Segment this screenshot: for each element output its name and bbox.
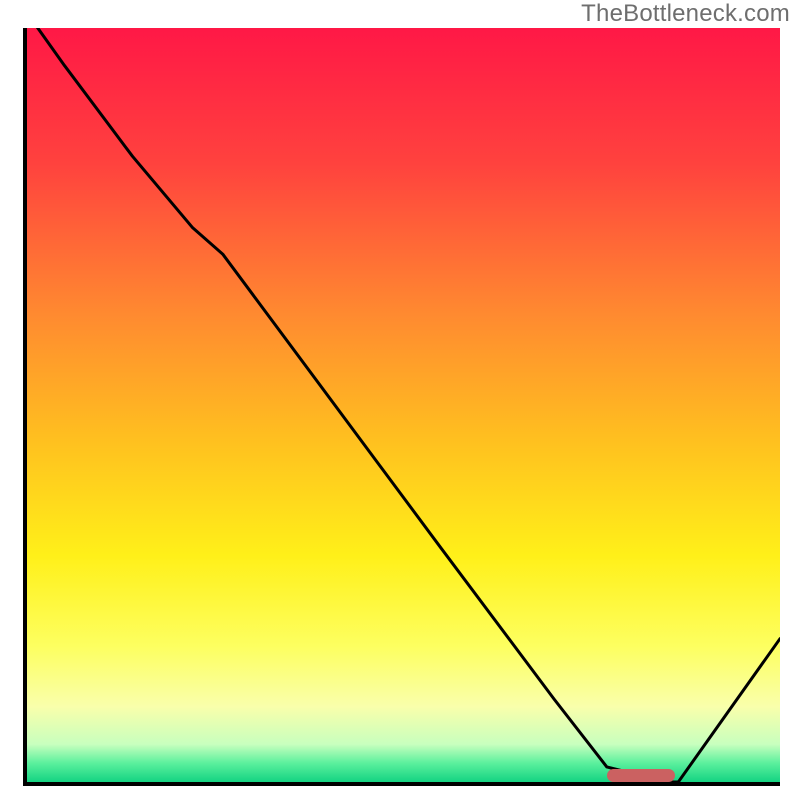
chart-root: TheBottleneck.com	[0, 0, 800, 800]
plot-axes	[23, 28, 780, 786]
plot-area	[27, 28, 780, 782]
optimal-range-marker	[607, 769, 675, 782]
bottleneck-curve	[27, 28, 780, 782]
watermark-text: TheBottleneck.com	[581, 0, 790, 28]
